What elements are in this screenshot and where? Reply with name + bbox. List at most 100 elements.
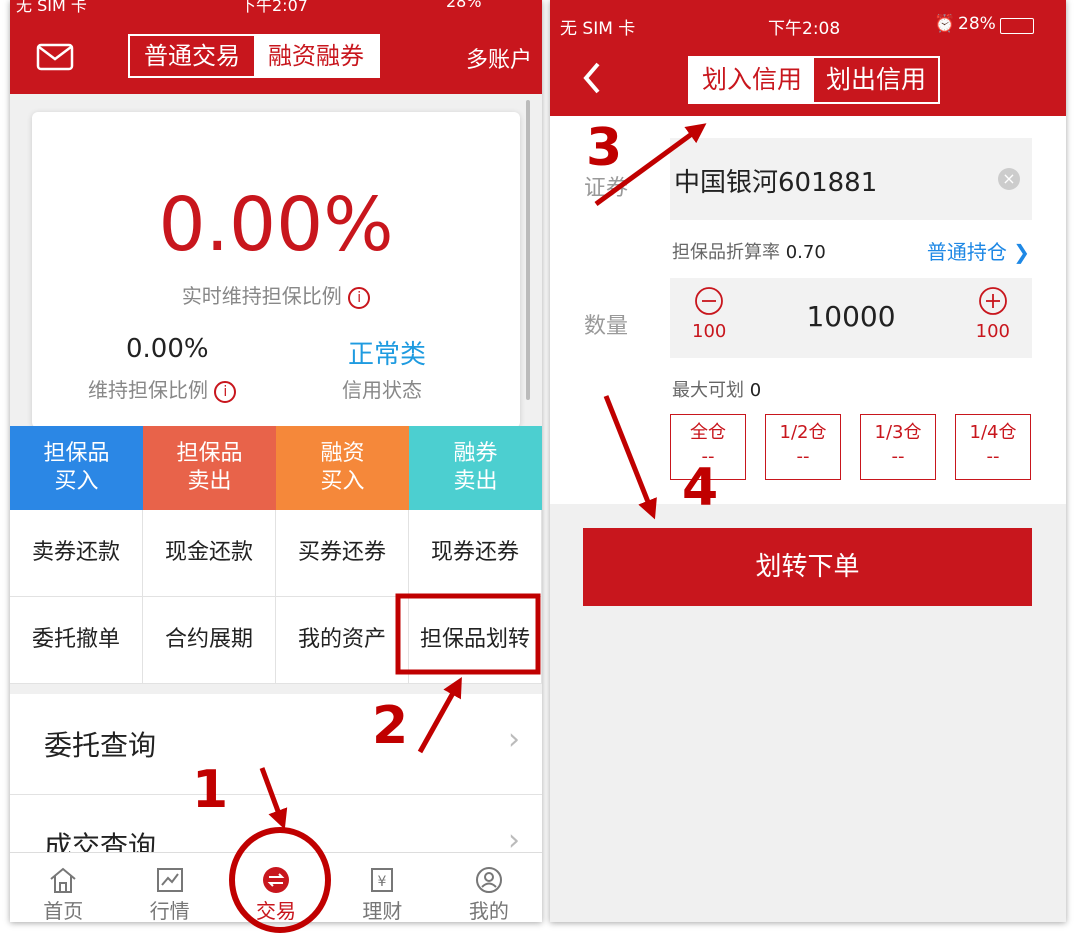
maintain-ratio-value: 0.00%	[126, 334, 209, 364]
info-icon[interactable]: i	[348, 286, 371, 309]
stock-return-button[interactable]: 现券还券	[409, 510, 542, 597]
portion-value: --	[986, 446, 1000, 467]
chart-icon	[156, 868, 183, 892]
portion-quarter-button[interactable]: 1/4仓 --	[955, 414, 1031, 480]
chevron-right-icon: ›	[508, 722, 520, 757]
collateral-buy-button[interactable]: 担保品 买入	[10, 426, 143, 510]
step-number-2: 2	[372, 696, 409, 756]
tab-transfer-out[interactable]: 划出信用	[814, 58, 938, 102]
yen-doc-icon: ¥	[371, 868, 394, 892]
rate-label: 担保品折算率	[672, 242, 780, 263]
status-bar: 无 SIM 卡 下午2:07 28%	[10, 0, 542, 20]
sell-to-repay-button[interactable]: 卖券还款	[10, 510, 143, 597]
top-nav-bar: 普通交易 融资融券 多账户	[10, 20, 542, 94]
portion-label: 全仓	[690, 422, 726, 443]
tab-trade[interactable]: 交易	[223, 853, 329, 922]
portion-value: --	[891, 446, 905, 467]
step-number-4: 4	[682, 458, 719, 518]
tab-transfer-in[interactable]: 划入信用	[690, 58, 815, 102]
normal-position-link[interactable]: 普通持仓 ❯	[927, 236, 1030, 265]
step-number-3: 3	[586, 118, 623, 178]
user-icon	[475, 867, 502, 893]
realtime-ratio-label: 实时维持担保比例 i	[32, 280, 520, 309]
rate-value: 0.70	[785, 242, 826, 263]
btn-line1: 融资	[320, 441, 365, 466]
quantity-label: 数量	[584, 314, 629, 339]
mail-icon[interactable]	[34, 36, 76, 78]
ratio-card: 0.00% 实时维持担保比例 i 0.00% 维持担保比例 i 正常类 信用状态	[32, 112, 520, 428]
carrier-text: 无 SIM 卡	[560, 19, 636, 39]
increase-step: 100	[975, 321, 1010, 342]
status-time: 下午2:08	[768, 19, 841, 39]
buy-to-return-button[interactable]: 买券还券	[276, 510, 409, 597]
my-assets-button[interactable]: 我的资产	[276, 597, 409, 684]
portion-label: 1/2仓	[779, 422, 827, 443]
max-label: 最大可划	[672, 380, 744, 401]
btn-line1: 担保品	[43, 441, 110, 466]
scrollbar[interactable]	[526, 100, 530, 400]
transfer-direction-toggle: 划入信用 划出信用	[688, 56, 941, 104]
order-query-row[interactable]: 委托查询 ›	[10, 694, 542, 795]
status-bar: 无 SIM 卡 下午2:08 ⏰ 28%	[550, 0, 1066, 44]
max-transferable: 最大可划 0	[672, 376, 761, 402]
left-phone-screen: 无 SIM 卡 下午2:07 28% 普通交易 融资融券 多账户 0.00% 实…	[10, 0, 542, 922]
btn-line1: 融券	[453, 441, 498, 466]
collateral-rate: 担保品折算率 0.70	[672, 238, 826, 264]
back-arrow-icon[interactable]	[580, 58, 604, 98]
contract-extend-button[interactable]: 合约展期	[143, 597, 276, 684]
credit-status-value: 正常类	[348, 340, 427, 370]
multi-account-button[interactable]: 多账户	[466, 42, 532, 74]
svg-text:¥: ¥	[378, 874, 387, 890]
realtime-ratio-value: 0.00%	[158, 182, 394, 268]
tab-home[interactable]: 首页	[10, 853, 116, 922]
credit-status-label: 信用状态	[342, 378, 422, 402]
tab-market[interactable]: 行情	[116, 853, 222, 922]
tab-normal-trade[interactable]: 普通交易	[130, 36, 254, 76]
collateral-sell-button[interactable]: 担保品 卖出	[143, 426, 276, 510]
right-phone-screen: 无 SIM 卡 下午2:08 ⏰ 28% 划入信用 划出信用 证券 中国银河60…	[550, 0, 1066, 922]
tab-label: 行情	[149, 899, 190, 922]
clear-icon[interactable]: ×	[998, 168, 1020, 190]
portion-half-button[interactable]: 1/2仓 --	[765, 414, 841, 480]
plus-circle-icon	[978, 287, 1007, 315]
maintain-ratio-label: 维持担保比例 i	[88, 374, 237, 403]
portion-label: 1/4仓	[969, 422, 1017, 443]
portion-value: --	[796, 446, 810, 467]
top-nav-bar: 划入信用 划出信用	[550, 44, 1066, 116]
tab-label: 理财	[362, 899, 403, 922]
tab-label: 交易	[256, 899, 297, 922]
function-grid: 卖券还款 现金还款 买券还券 现券还券 委托撤单 合约展期 我的资产 担保品划转	[10, 510, 542, 684]
order-query-label: 委托查询	[44, 729, 157, 762]
status-time: 下午2:07	[240, 0, 308, 15]
tab-finance[interactable]: ¥ 理财	[329, 853, 435, 922]
btn-line2: 卖出	[453, 469, 498, 494]
portion-third-button[interactable]: 1/3仓 --	[860, 414, 936, 480]
btn-line2: 买入	[54, 469, 99, 494]
cancel-order-button[interactable]: 委托撤单	[10, 597, 143, 684]
transfer-submit-button[interactable]: 划转下单	[583, 528, 1032, 606]
security-input[interactable]: 中国银河601881 ×	[670, 138, 1032, 220]
realtime-ratio-label-text: 实时维持担保比例	[181, 284, 342, 308]
trade-mode-toggle: 普通交易 融资融券	[128, 34, 380, 78]
tab-margin-trade[interactable]: 融资融券	[254, 36, 378, 76]
tab-label: 首页	[43, 899, 84, 922]
btn-line2: 卖出	[187, 469, 232, 494]
step-number-1: 1	[192, 760, 229, 820]
tab-profile[interactable]: 我的	[436, 853, 542, 922]
info-icon[interactable]: i	[214, 380, 237, 403]
primary-trade-buttons: 担保品买入 担保品卖出 融资买入 融券卖出	[10, 426, 542, 510]
increase-button[interactable]: 100	[976, 286, 1010, 342]
btn-line2: 买入	[320, 469, 365, 494]
collateral-transfer-button[interactable]: 担保品划转	[409, 597, 542, 684]
short-sell-button[interactable]: 融券 卖出	[409, 426, 542, 510]
carrier-text: 无 SIM 卡	[16, 0, 87, 15]
tab-label: 我的	[468, 899, 509, 922]
exchange-icon	[263, 867, 290, 893]
btn-line1: 担保品	[176, 441, 243, 466]
margin-buy-button[interactable]: 融资 买入	[276, 426, 409, 510]
chevron-right-icon: ❯	[1013, 240, 1030, 264]
cash-repay-button[interactable]: 现金还款	[143, 510, 276, 597]
battery-percent: 28%	[958, 14, 996, 34]
battery-icon	[1000, 18, 1034, 34]
alarm-icon: ⏰	[934, 14, 956, 34]
